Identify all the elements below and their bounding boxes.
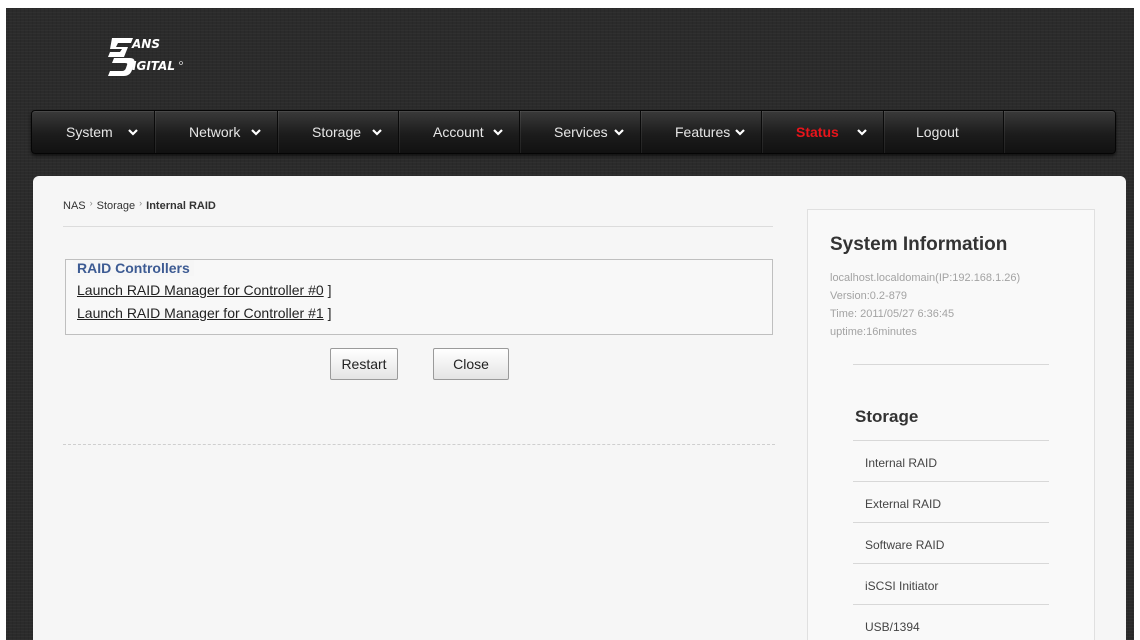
launch-raid-manager-0-link[interactable]: Launch RAID Manager for Controller #0	[77, 282, 324, 298]
divider	[853, 563, 1049, 564]
dashed-divider	[63, 444, 775, 445]
svg-text:IGITAL: IGITAL	[132, 59, 175, 73]
divider	[853, 481, 1049, 482]
chevron-down-icon	[251, 129, 261, 136]
launch-raid-manager-1-link[interactable]: Launch RAID Manager for Controller #1	[77, 305, 324, 321]
svg-text:ANS: ANS	[131, 37, 160, 51]
window-frame-right	[1134, 0, 1140, 640]
sans-digital-logo: ANS IGITAL	[106, 30, 226, 80]
divider	[853, 364, 1049, 365]
divider	[853, 604, 1049, 605]
chevron-down-icon	[493, 129, 503, 136]
chevron-down-icon	[614, 129, 624, 136]
divider	[63, 226, 773, 227]
nav-label: System	[66, 124, 113, 140]
storage-menu-item-iscsi-initiator[interactable]: iSCSI Initiator	[865, 579, 938, 593]
breadcrumb-item-nas[interactable]: NAS	[63, 200, 86, 212]
breadcrumb-item-current: Internal RAID	[146, 200, 216, 212]
nav-item-storage[interactable]: Storage	[278, 111, 399, 153]
nav-item-status[interactable]: Status	[762, 111, 884, 153]
raid-link-row: Launch RAID Manager for Controller #0 ]	[77, 282, 331, 298]
storage-menu-title: Storage	[855, 407, 919, 426]
raid-controllers-legend: RAID Controllers	[73, 260, 194, 276]
nav-item-account[interactable]: Account	[399, 111, 520, 153]
nav-label: Features	[675, 124, 731, 140]
chevron-down-icon	[128, 129, 138, 136]
link-suffix: ]	[323, 282, 332, 298]
nav-label: Services	[554, 124, 608, 140]
divider	[853, 440, 1049, 441]
breadcrumb-separator-icon: ›	[139, 198, 143, 208]
window-frame-left	[0, 0, 6, 640]
nav-item-network[interactable]: Network	[155, 111, 278, 153]
system-info-host: localhost.localdomain(IP:192.168.1.26)	[830, 272, 1021, 284]
restart-button[interactable]: Restart	[330, 348, 398, 380]
nav-item-system[interactable]: System	[32, 111, 155, 153]
nav-item-logout[interactable]: Logout	[884, 111, 1004, 153]
breadcrumb: NAS › Storage › Internal RAID	[63, 198, 216, 212]
storage-menu-item-external-raid[interactable]: External RAID	[865, 497, 941, 511]
link-suffix: ]	[323, 305, 332, 321]
nav-label: Account	[433, 124, 484, 140]
system-info-uptime: uptime:16minutes	[830, 326, 917, 338]
system-info-version: Version:0.2-879	[830, 290, 908, 302]
chevron-down-icon	[372, 129, 382, 136]
window-frame-top	[0, 0, 1140, 8]
storage-menu-item-software-raid[interactable]: Software RAID	[865, 538, 944, 552]
divider	[853, 522, 1049, 523]
system-info-title: System Information	[830, 234, 1008, 255]
raid-link-row: Launch RAID Manager for Controller #1 ]	[77, 305, 331, 321]
nav-label: Status	[796, 124, 839, 140]
breadcrumb-item-storage[interactable]: Storage	[97, 200, 136, 212]
main-navbar: System Network Storage Account Services …	[31, 110, 1116, 154]
storage-menu-item-usb-1394[interactable]: USB/1394	[865, 620, 920, 634]
breadcrumb-separator-icon: ›	[89, 198, 93, 208]
nav-label: Network	[189, 124, 241, 140]
close-button[interactable]: Close	[433, 348, 509, 380]
chevron-down-icon	[735, 129, 745, 136]
storage-menu-item-internal-raid[interactable]: Internal RAID	[865, 456, 937, 470]
nav-item-services[interactable]: Services	[520, 111, 641, 153]
chevron-down-icon	[857, 129, 867, 136]
nav-label: Storage	[312, 124, 362, 140]
main-content-panel: NAS › Storage › Internal RAID RAID Contr…	[33, 176, 1126, 640]
system-info-time: Time: 2011/05/27 6:36:45	[830, 308, 955, 320]
nav-item-features[interactable]: Features	[641, 111, 762, 153]
nav-label: Logout	[916, 124, 959, 140]
